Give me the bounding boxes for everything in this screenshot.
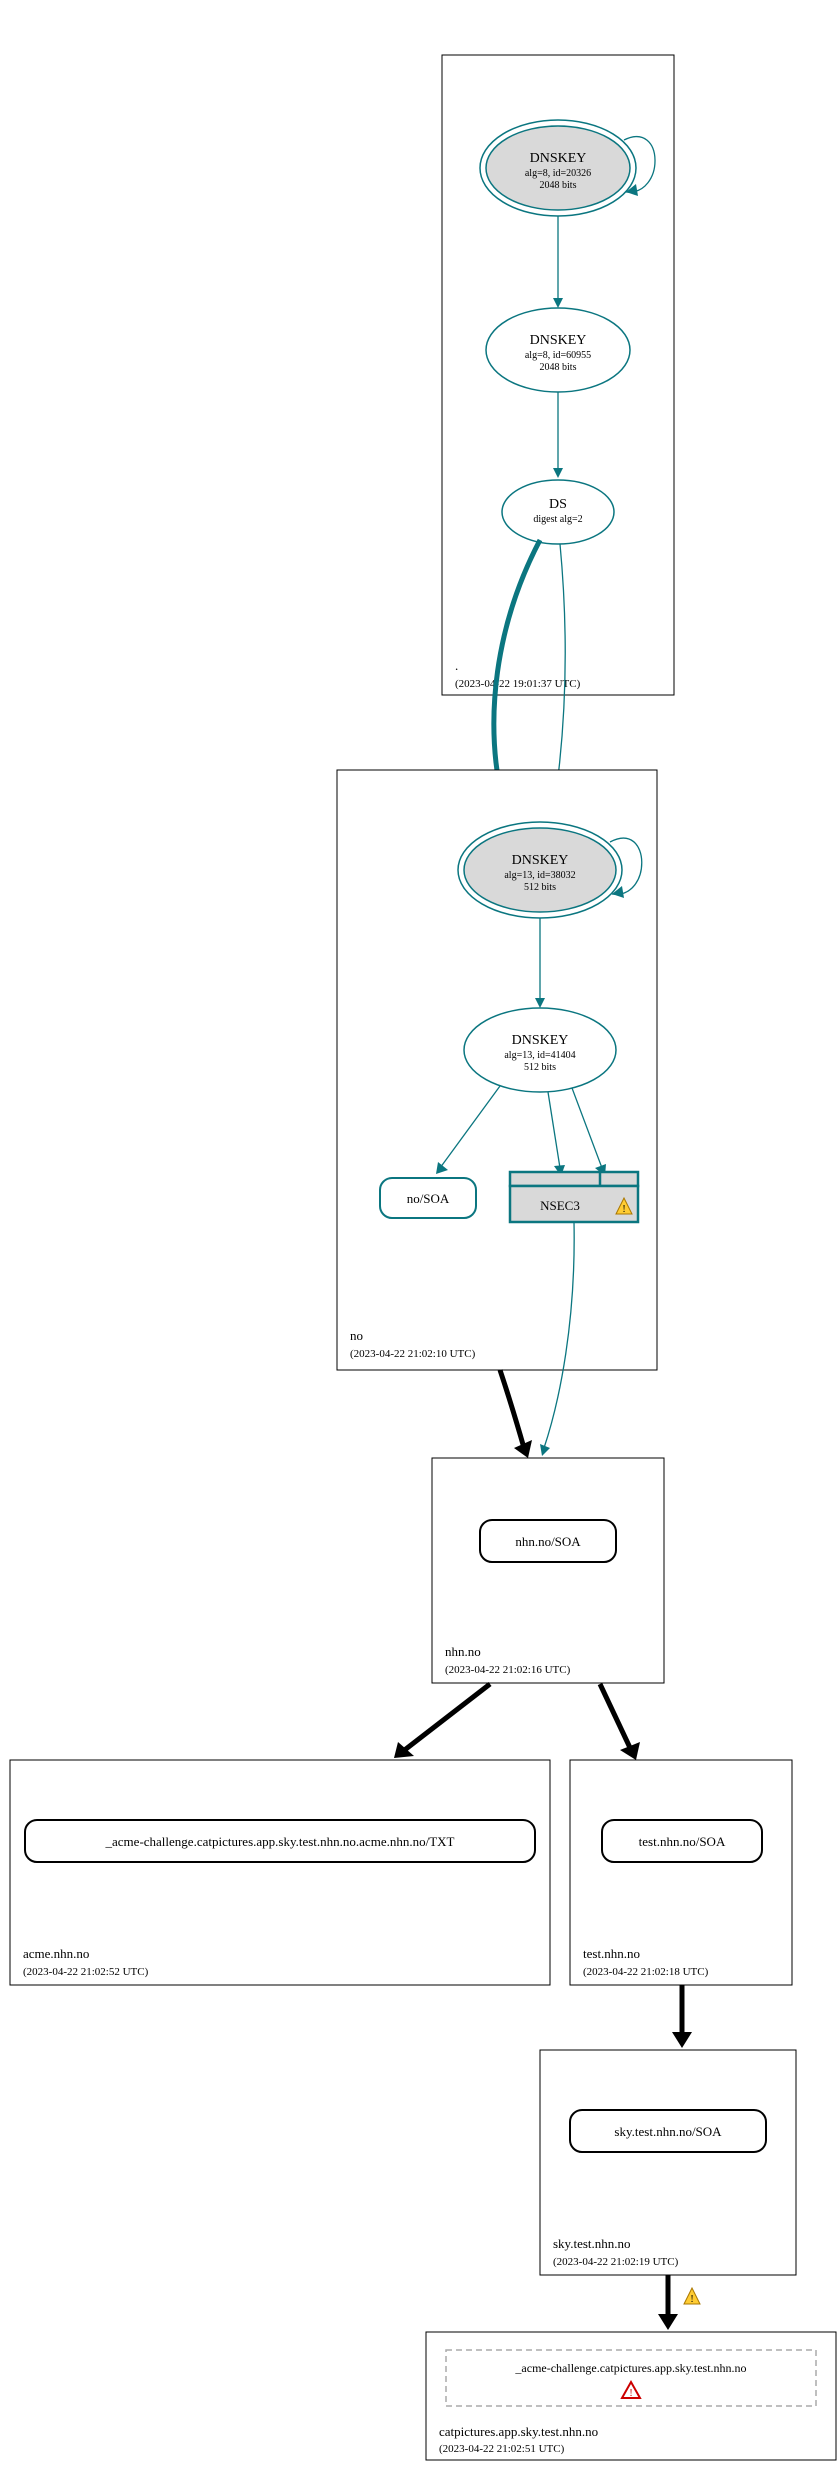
zone-cat: catpictures.app.sky.test.nhn.no (2023-04… bbox=[426, 2332, 836, 2460]
zone-test: test.nhn.no (2023-04-22 21:02:18 UTC) te… bbox=[570, 1760, 792, 1985]
svg-text:digest alg=2: digest alg=2 bbox=[533, 514, 582, 525]
node-root-ksk: DNSKEY alg=8, id=20326 2048 bits bbox=[480, 120, 636, 216]
zone-no-name: no bbox=[350, 1328, 363, 1343]
node-no-zsk: DNSKEY alg=13, id=41404 512 bits bbox=[464, 1008, 616, 1092]
svg-text:DNSKEY: DNSKEY bbox=[530, 333, 587, 348]
svg-text:NSEC3: NSEC3 bbox=[540, 1198, 580, 1213]
zone-acme-ts: (2023-04-22 21:02:52 UTC) bbox=[23, 1966, 149, 1978]
node-sky-soa: sky.test.nhn.no/SOA bbox=[570, 2110, 766, 2152]
zone-no-ts: (2023-04-22 21:02:10 UTC) bbox=[350, 1348, 476, 1360]
zone-cat-name: catpictures.app.sky.test.nhn.no bbox=[439, 2424, 598, 2439]
node-nsec3: NSEC3 ! bbox=[510, 1172, 638, 1222]
svg-text:DNSKEY: DNSKEY bbox=[512, 853, 569, 868]
node-cat: _acme-challenge.catpictures.app.sky.test… bbox=[446, 2350, 816, 2406]
zone-test-ts: (2023-04-22 21:02:18 UTC) bbox=[583, 1966, 709, 1978]
zone-acme: acme.nhn.no (2023-04-22 21:02:52 UTC) _a… bbox=[10, 1760, 550, 1985]
zone-cat-ts: (2023-04-22 21:02:51 UTC) bbox=[439, 2443, 565, 2455]
svg-text:512 bits: 512 bits bbox=[524, 1062, 556, 1073]
zone-sky: sky.test.nhn.no (2023-04-22 21:02:19 UTC… bbox=[540, 2050, 796, 2275]
warning-icon: ! bbox=[684, 2288, 700, 2305]
svg-text:512 bits: 512 bits bbox=[524, 882, 556, 893]
node-root-zsk: DNSKEY alg=8, id=60955 2048 bits bbox=[486, 308, 630, 392]
zone-test-name: test.nhn.no bbox=[583, 1946, 640, 1961]
zone-acme-name: acme.nhn.no bbox=[23, 1946, 89, 1961]
svg-text:!: ! bbox=[690, 2294, 693, 2305]
svg-text:2048 bits: 2048 bits bbox=[540, 180, 577, 191]
svg-text:sky.test.nhn.no/SOA: sky.test.nhn.no/SOA bbox=[614, 2124, 722, 2139]
svg-text:alg=8, id=20326: alg=8, id=20326 bbox=[525, 168, 591, 179]
svg-text:!: ! bbox=[622, 1204, 625, 1215]
zone-root-name: . bbox=[455, 658, 458, 673]
svg-text:nhn.no/SOA: nhn.no/SOA bbox=[515, 1534, 581, 1549]
svg-text:DNSKEY: DNSKEY bbox=[530, 151, 587, 166]
node-test-soa: test.nhn.no/SOA bbox=[602, 1820, 762, 1862]
node-no-soa: no/SOA bbox=[380, 1178, 476, 1218]
zone-root-ts: (2023-04-22 19:01:37 UTC) bbox=[455, 678, 581, 690]
node-root-ds: DS digest alg=2 bbox=[502, 480, 614, 544]
node-no-ksk: DNSKEY alg=13, id=38032 512 bits bbox=[458, 822, 622, 918]
svg-text:DS: DS bbox=[549, 497, 567, 512]
node-acme-txt: _acme-challenge.catpictures.app.sky.test… bbox=[25, 1820, 535, 1862]
zone-nhn-ts: (2023-04-22 21:02:16 UTC) bbox=[445, 1664, 571, 1676]
svg-text:alg=13, id=41404: alg=13, id=41404 bbox=[504, 1050, 575, 1061]
zone-nhn: nhn.no (2023-04-22 21:02:16 UTC) nhn.no/… bbox=[432, 1458, 664, 1683]
svg-text:!: ! bbox=[629, 2388, 632, 2399]
zone-no: no (2023-04-22 21:02:10 UTC) DNSKEY alg=… bbox=[337, 770, 657, 1370]
svg-text:no/SOA: no/SOA bbox=[407, 1191, 450, 1206]
svg-text:DNSKEY: DNSKEY bbox=[512, 1033, 569, 1048]
zone-root: . (2023-04-22 19:01:37 UTC) DNSKEY alg=8… bbox=[442, 55, 674, 695]
dnssec-diagram: . (2023-04-22 19:01:37 UTC) DNSKEY alg=8… bbox=[0, 0, 840, 2466]
svg-text:test.nhn.no/SOA: test.nhn.no/SOA bbox=[639, 1834, 726, 1849]
svg-text:2048 bits: 2048 bits bbox=[540, 362, 577, 373]
zone-sky-name: sky.test.nhn.no bbox=[553, 2236, 631, 2251]
svg-text:alg=8, id=60955: alg=8, id=60955 bbox=[525, 350, 591, 361]
zone-sky-ts: (2023-04-22 21:02:19 UTC) bbox=[553, 2256, 679, 2268]
zone-nhn-name: nhn.no bbox=[445, 1644, 481, 1659]
svg-text:_acme-challenge.catpictures.ap: _acme-challenge.catpictures.app.sky.test… bbox=[514, 2361, 746, 2375]
svg-text:alg=13, id=38032: alg=13, id=38032 bbox=[504, 870, 575, 881]
svg-text:_acme-challenge.catpictures.ap: _acme-challenge.catpictures.app.sky.test… bbox=[105, 1834, 455, 1849]
node-nhn-soa: nhn.no/SOA bbox=[480, 1520, 616, 1562]
